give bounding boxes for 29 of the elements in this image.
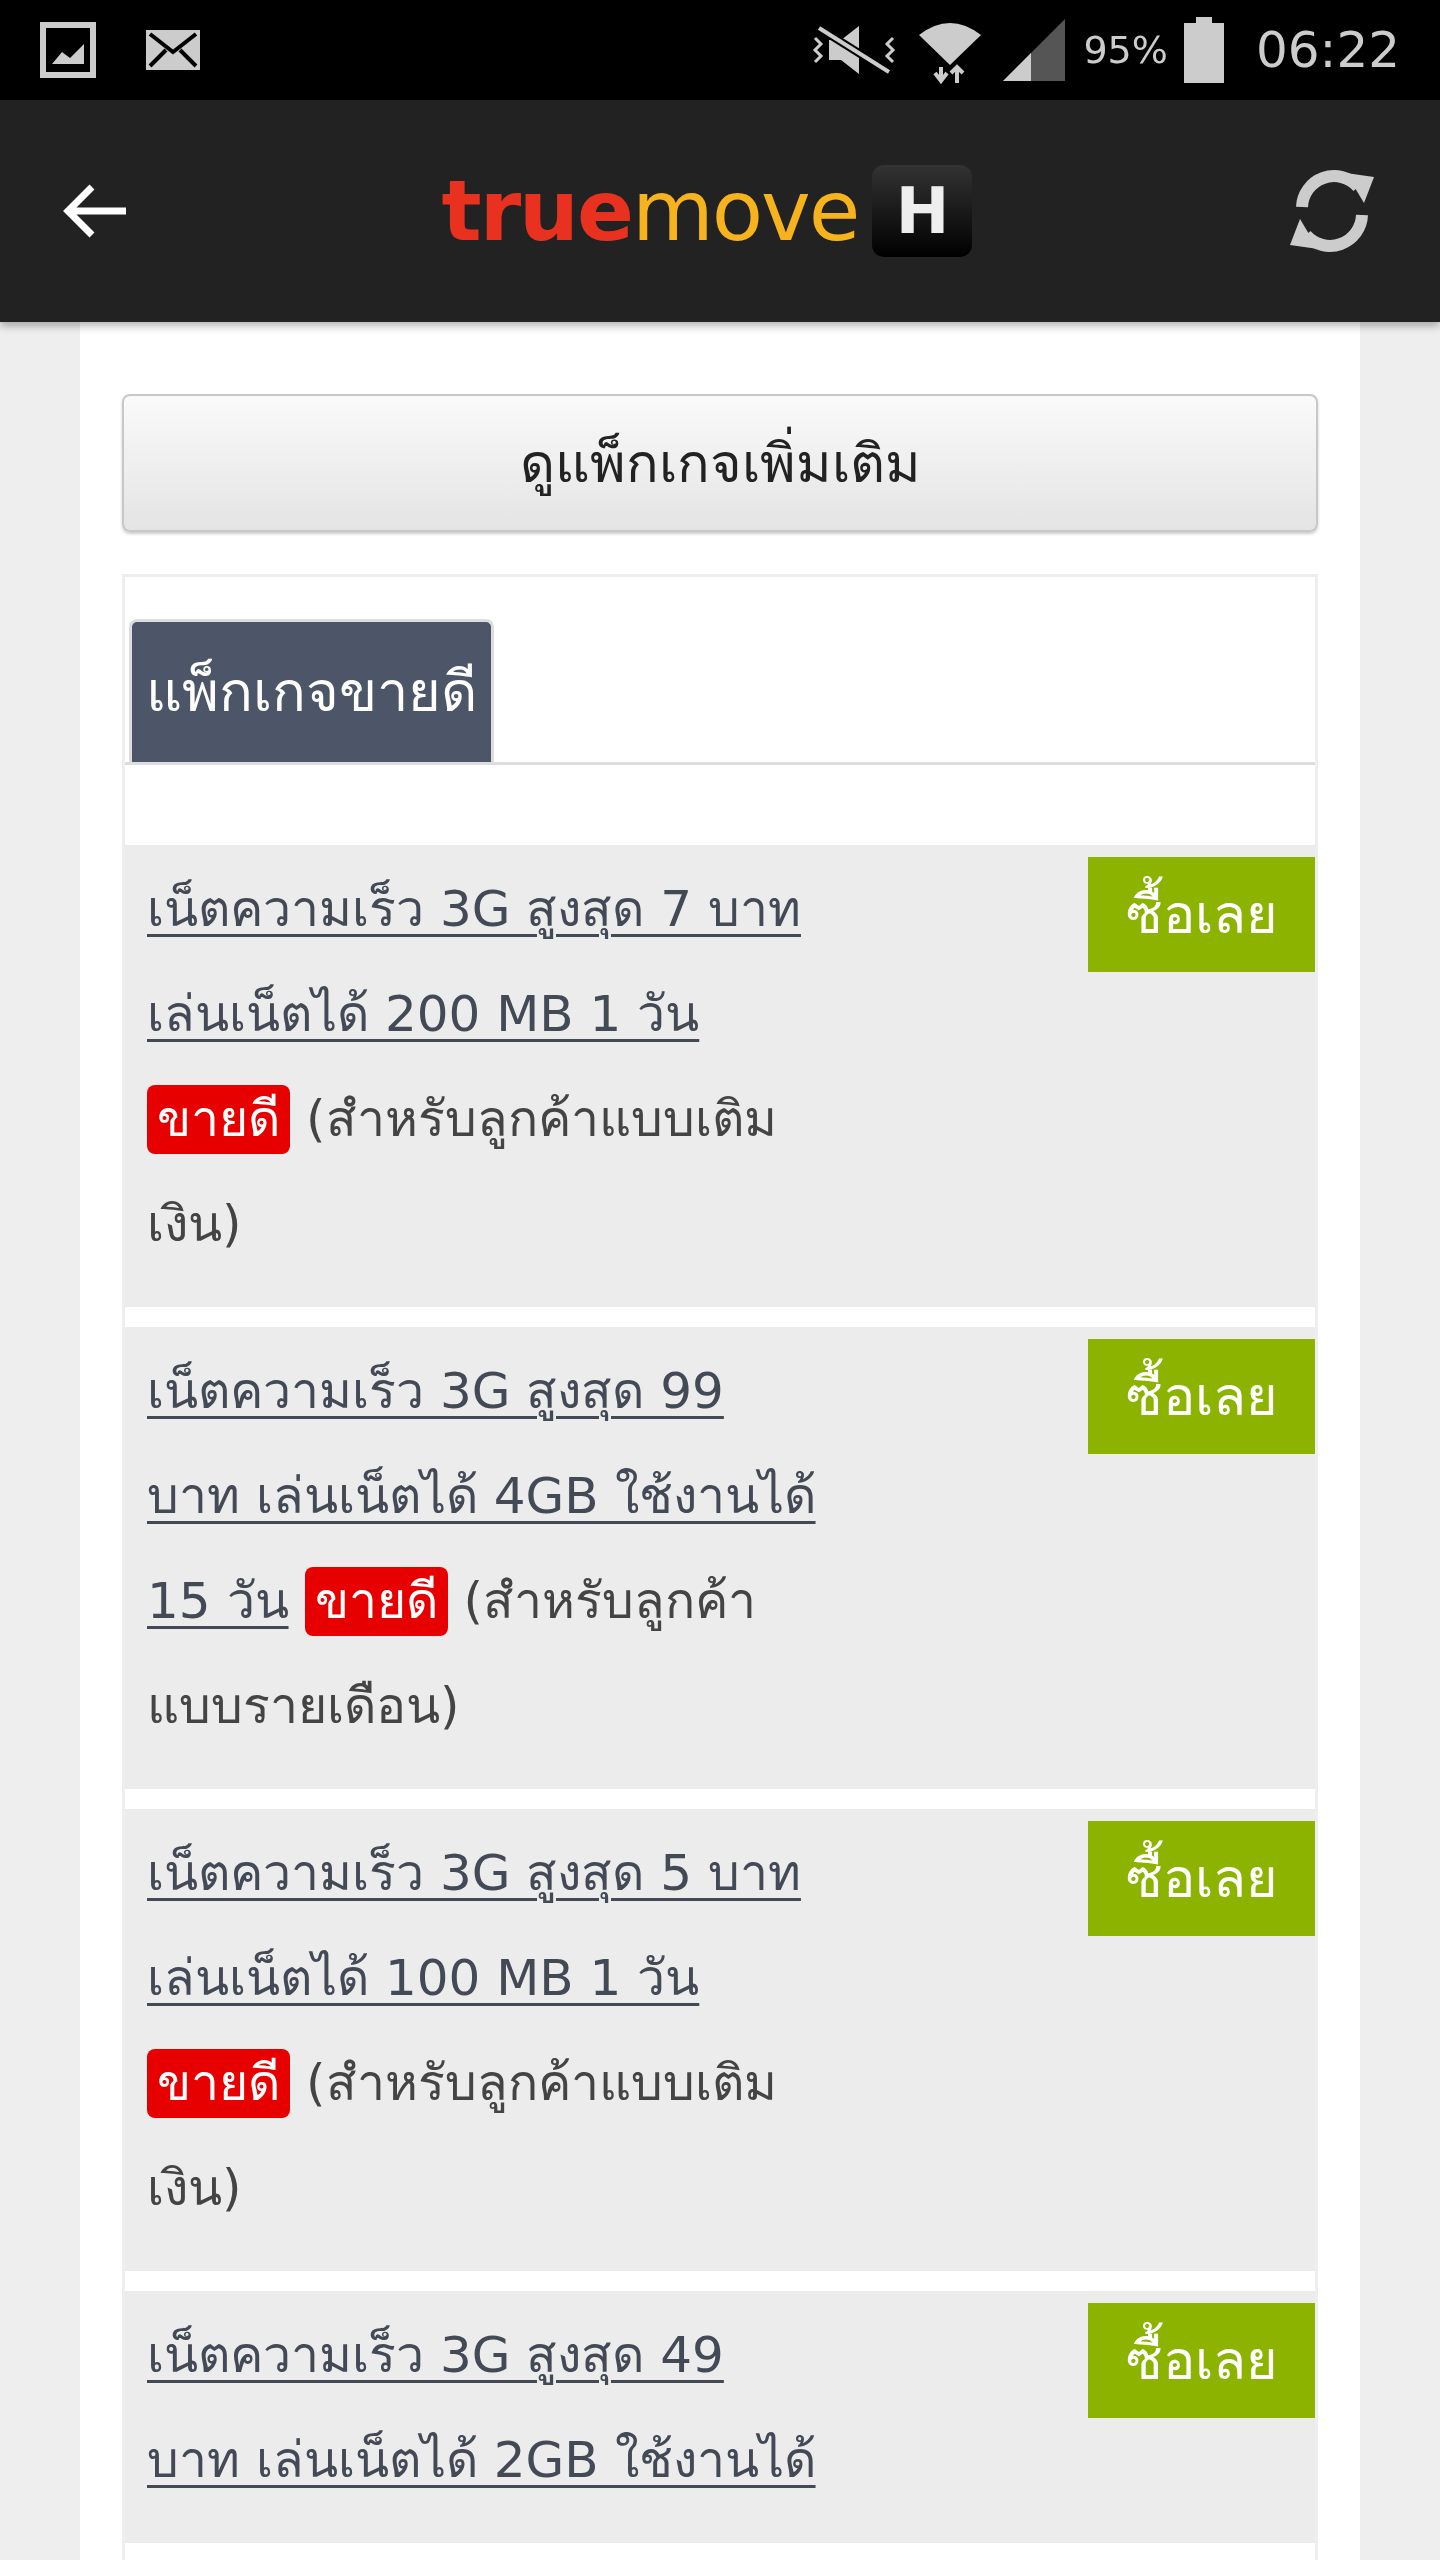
package-link[interactable]: เน็ตความเร็ว 3G สูงสุด 99: [147, 1359, 724, 1424]
tab[interactable]: แพ็กเกจขายดี: [129, 619, 494, 762]
battery-icon: [1183, 17, 1224, 83]
package-note: (สำหรับลูกค้าแบบเติม: [306, 2053, 777, 2115]
logo-text: true: [441, 169, 632, 253]
logo-text: move: [631, 169, 859, 253]
package-note: เงิน): [147, 2158, 242, 2219]
bestseller-tag: ขายดี: [304, 1567, 448, 1636]
bestseller-tag: ขายดี: [147, 2049, 290, 2118]
more-packages-button[interactable]: ดูแพ็กเกจเพิ่มเติม: [122, 394, 1318, 532]
bestseller-tag: ขายดี: [147, 1085, 290, 1154]
battery-percent: 95%: [1083, 26, 1168, 74]
package-link[interactable]: บาท เล่นเน็ตได้ 2GB ใช้งานได้: [147, 2428, 816, 2493]
signal-icon: [1001, 17, 1068, 83]
package-link[interactable]: เน็ตความเร็ว 3G สูงสุด 49: [147, 2323, 724, 2388]
clock-time: 06:22: [1255, 19, 1400, 81]
package-note: (สำหรับลูกค้าแบบเติม: [306, 1089, 777, 1151]
package-note: เงิน): [147, 1194, 242, 1255]
package-link[interactable]: 15 วัน: [147, 1569, 289, 1634]
package-note: (สำหรับลูกค้า: [463, 1571, 757, 1633]
package-link[interactable]: บาท เล่นเน็ตได้ 4GB ใช้งานได้: [147, 1464, 816, 1529]
logo-badge: H: [872, 165, 973, 257]
package-link[interactable]: เน็ตความเร็ว 3G สูงสุด 7 บาท: [147, 877, 801, 942]
package-link[interactable]: เล่นเน็ตได้ 200 MB 1 วัน: [147, 982, 700, 1047]
mail-icon: [144, 28, 202, 72]
image-icon: [40, 22, 96, 78]
package-link[interactable]: เล่นเน็ตได้ 100 MB 1 วัน: [147, 1946, 700, 2011]
package-link[interactable]: เน็ตความเร็ว 3G สูงสุด 5 บาท: [147, 1841, 801, 1906]
package-note: แบบรายเดือน): [147, 1676, 460, 1737]
